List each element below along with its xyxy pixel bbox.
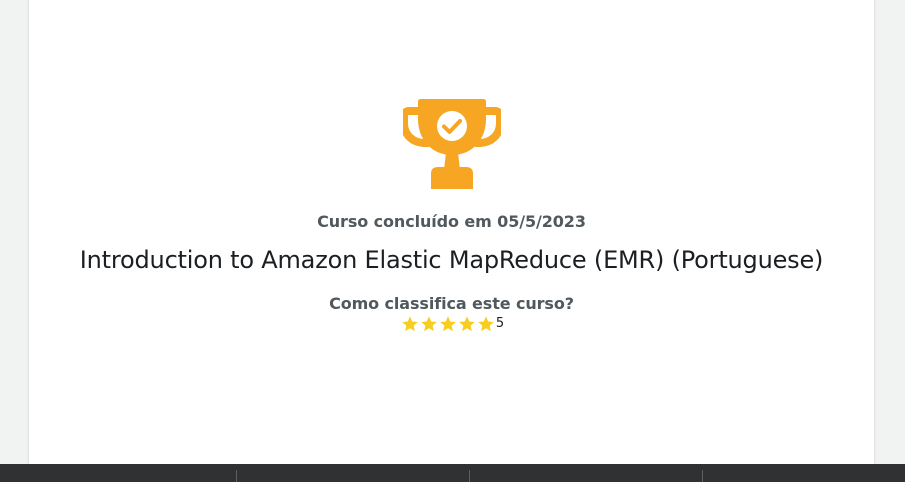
course-completion-card: Curso concluído em 05/5/2023 Introductio… (28, 0, 875, 464)
completion-date-text: Curso concluído em 05/5/2023 (317, 212, 586, 231)
star-icon[interactable] (420, 315, 438, 333)
star-icon[interactable] (458, 315, 476, 333)
footer-divider (236, 470, 237, 482)
trophy-check-icon (403, 99, 501, 189)
footer-bar (0, 464, 905, 482)
footer-divider (469, 470, 470, 482)
rating-value: 5 (495, 316, 505, 331)
footer-divider (702, 470, 703, 482)
star-icon[interactable] (477, 315, 495, 333)
star-icon[interactable] (439, 315, 457, 333)
rating-question: Como classifica este curso? (329, 294, 574, 313)
star-icon[interactable] (401, 315, 419, 333)
star-rating[interactable]: 5 (29, 315, 874, 333)
course-title: Introduction to Amazon Elastic MapReduce… (79, 246, 824, 274)
